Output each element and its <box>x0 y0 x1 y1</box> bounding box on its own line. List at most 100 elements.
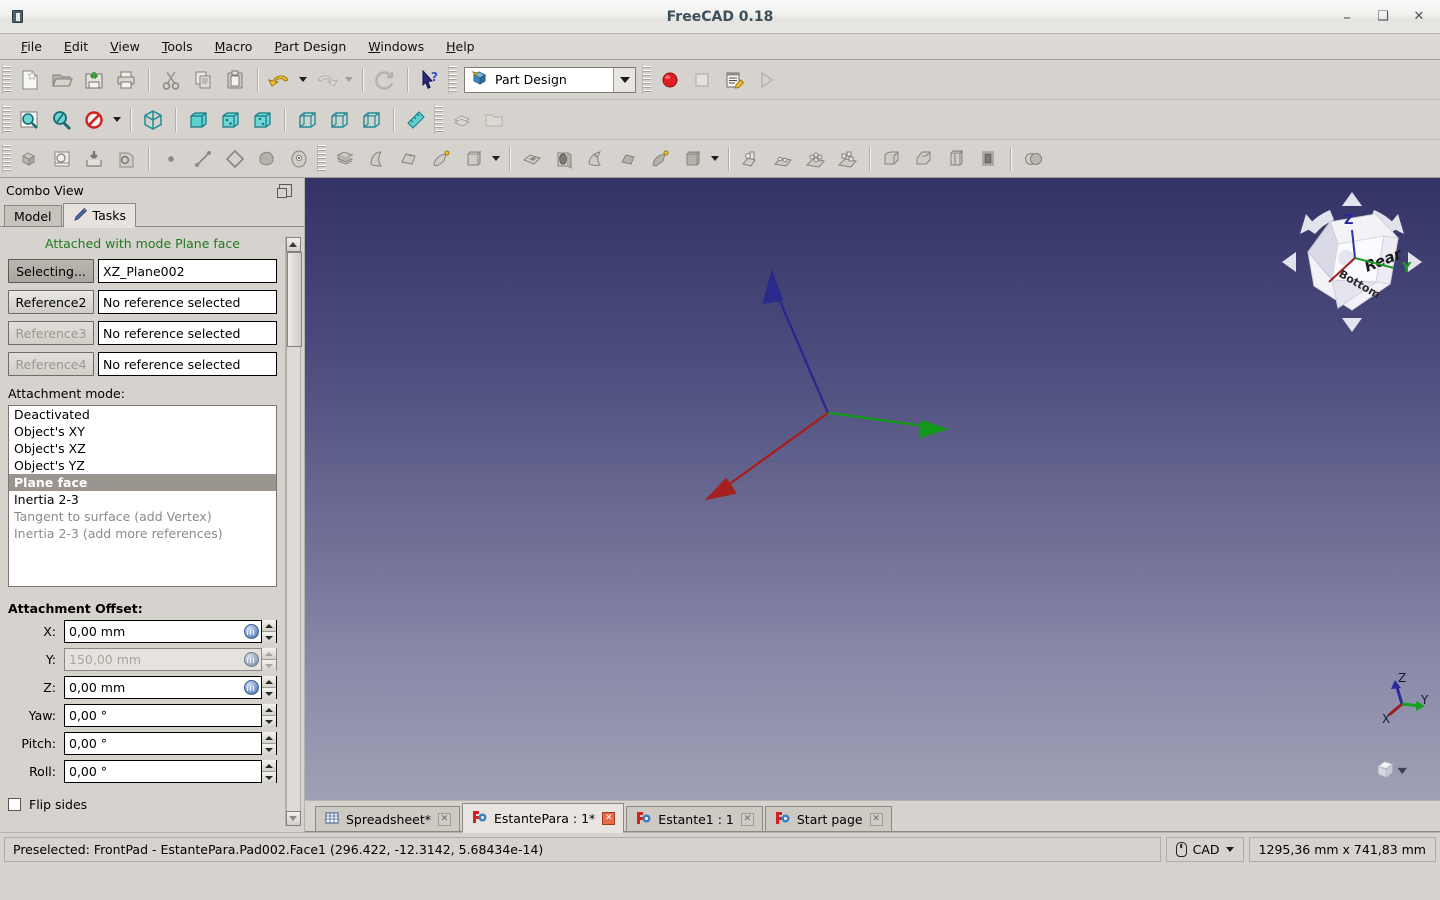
expression-editor-icon[interactable] <box>244 624 259 639</box>
navigation-style-selector[interactable]: CAD <box>1165 836 1244 862</box>
menu-macro[interactable]: Macro <box>204 36 264 57</box>
stepper-down-icon[interactable] <box>262 688 276 699</box>
mode-item-deactivated[interactable]: Deactivated <box>9 406 276 423</box>
menu-part-design[interactable]: Part Design <box>263 36 357 57</box>
stepper-down-icon[interactable] <box>262 716 276 727</box>
offset-yaw-stepper[interactable] <box>261 704 276 727</box>
additive-primitive-dropdown-icon[interactable] <box>489 144 503 174</box>
pad-icon[interactable] <box>329 144 361 174</box>
minimize-button[interactable]: – <box>1340 9 1354 25</box>
fit-selection-icon[interactable] <box>46 105 78 135</box>
toolbar-grip[interactable] <box>2 144 11 173</box>
boolean-icon[interactable] <box>1017 144 1049 174</box>
line-icon[interactable] <box>187 144 219 174</box>
reference2-field[interactable]: No reference selected <box>98 290 277 314</box>
macro-execute-icon[interactable] <box>750 65 782 95</box>
mirrored-icon[interactable] <box>735 144 767 174</box>
mode-item-inertia-23[interactable]: Inertia 2-3 <box>9 491 276 508</box>
additive-primitive-icon[interactable] <box>457 144 489 174</box>
subtractive-primitive-icon[interactable] <box>676 144 708 174</box>
folder-icon[interactable] <box>478 105 510 135</box>
stepper-up-icon[interactable] <box>262 620 276 632</box>
draft-icon[interactable] <box>940 144 972 174</box>
tab-tasks[interactable]: Tasks <box>62 203 137 228</box>
toolbar-grip[interactable] <box>434 105 443 134</box>
reference1-field[interactable]: XZ_Plane002 <box>98 259 277 283</box>
stepper-down-icon[interactable] <box>262 632 276 643</box>
mode-item-objects-yz[interactable]: Object's YZ <box>9 457 276 474</box>
menu-file[interactable]: File <box>10 36 53 57</box>
mode-item-plane-face[interactable]: Plane face <box>9 474 276 491</box>
mode-item-objects-xz[interactable]: Object's XZ <box>9 440 276 457</box>
chamfer-icon[interactable] <box>908 144 940 174</box>
toolbar-grip[interactable] <box>2 65 11 94</box>
macro-edit-icon[interactable] <box>718 65 750 95</box>
open-document-icon[interactable] <box>46 65 78 95</box>
measure-icon[interactable] <box>400 105 432 135</box>
offset-z-input[interactable]: 0,00 mm <box>64 676 277 699</box>
offset-yaw-input[interactable]: 0,00 ° <box>64 704 277 727</box>
draw-style-dropdown-icon[interactable] <box>110 105 124 135</box>
menu-tools[interactable]: Tools <box>151 36 204 57</box>
doc-tab-start-page[interactable]: Start page ✕ <box>764 806 892 832</box>
stepper-up-icon[interactable] <box>262 760 276 772</box>
point-icon[interactable] <box>155 144 187 174</box>
top-view-icon[interactable] <box>214 105 246 135</box>
close-button[interactable]: ✕ <box>1412 9 1426 25</box>
task-panel-scrollbar[interactable] <box>285 237 302 826</box>
linear-pattern-icon[interactable] <box>767 144 799 174</box>
doc-tab-estantepara[interactable]: EstantePara : 1* ✕ <box>462 803 625 833</box>
offset-x-input[interactable]: 0,00 mm <box>64 620 277 643</box>
additive-loft-icon[interactable] <box>393 144 425 174</box>
offset-z-stepper[interactable] <box>261 676 276 699</box>
expression-editor-icon[interactable] <box>244 680 259 695</box>
reference1-button[interactable]: Selecting... <box>8 259 94 283</box>
maximize-button[interactable]: ❑ <box>1376 9 1390 25</box>
stepper-up-icon[interactable] <box>262 732 276 744</box>
left-view-icon[interactable] <box>355 105 387 135</box>
tab-model[interactable]: Model <box>4 205 62 227</box>
close-icon[interactable]: ✕ <box>602 811 616 825</box>
close-icon[interactable]: ✕ <box>740 813 754 826</box>
redo-icon[interactable] <box>310 65 342 95</box>
navigation-cube[interactable]: Rear Bottom Z Y <box>1272 182 1432 342</box>
fillet-icon[interactable] <box>876 144 908 174</box>
thickness-icon[interactable] <box>972 144 1004 174</box>
attach-sketch-icon[interactable] <box>78 144 110 174</box>
subtractive-pipe-icon[interactable] <box>644 144 676 174</box>
toolbar-grip[interactable] <box>317 144 326 173</box>
menu-edit[interactable]: Edit <box>53 36 99 57</box>
shapebinder-icon[interactable] <box>251 144 283 174</box>
clone-icon[interactable] <box>283 144 315 174</box>
bottom-view-icon[interactable] <box>323 105 355 135</box>
offset-pitch-stepper[interactable] <box>261 732 276 755</box>
isometric-view-icon[interactable] <box>137 105 169 135</box>
menu-windows[interactable]: Windows <box>357 36 435 57</box>
right-view-icon[interactable] <box>246 105 278 135</box>
scrollbar-track[interactable] <box>285 252 302 811</box>
stepper-up-icon[interactable] <box>262 676 276 688</box>
undock-icon[interactable] <box>277 183 292 198</box>
doc-tab-estante1[interactable]: Estante1 : 1 ✕ <box>626 806 763 832</box>
undo-icon[interactable] <box>264 65 296 95</box>
macro-stop-icon[interactable] <box>686 65 718 95</box>
copy-icon[interactable] <box>187 65 219 95</box>
chevron-down-icon[interactable] <box>613 67 635 92</box>
create-sketch-icon[interactable] <box>46 144 78 174</box>
whats-this-icon[interactable]: ? <box>414 65 446 95</box>
multi-transform-icon[interactable] <box>831 144 863 174</box>
cut-icon[interactable] <box>155 65 187 95</box>
subtractive-loft-icon[interactable] <box>612 144 644 174</box>
revolution-icon[interactable] <box>361 144 393 174</box>
polar-pattern-icon[interactable] <box>799 144 831 174</box>
pocket-icon[interactable] <box>516 144 548 174</box>
paste-icon[interactable] <box>219 65 251 95</box>
close-icon[interactable]: ✕ <box>438 813 451 826</box>
offset-roll-stepper[interactable] <box>261 760 276 783</box>
stepper-up-icon[interactable] <box>262 704 276 716</box>
subtractive-primitive-dropdown-icon[interactable] <box>708 144 722 174</box>
workbench-selector[interactable]: Part Design <box>464 66 636 93</box>
3d-viewport[interactable]: Rear Bottom Z Y Z Y X <box>305 178 1440 800</box>
mode-item-objects-xy[interactable]: Object's XY <box>9 423 276 440</box>
scrollbar-thumb[interactable] <box>286 252 302 347</box>
